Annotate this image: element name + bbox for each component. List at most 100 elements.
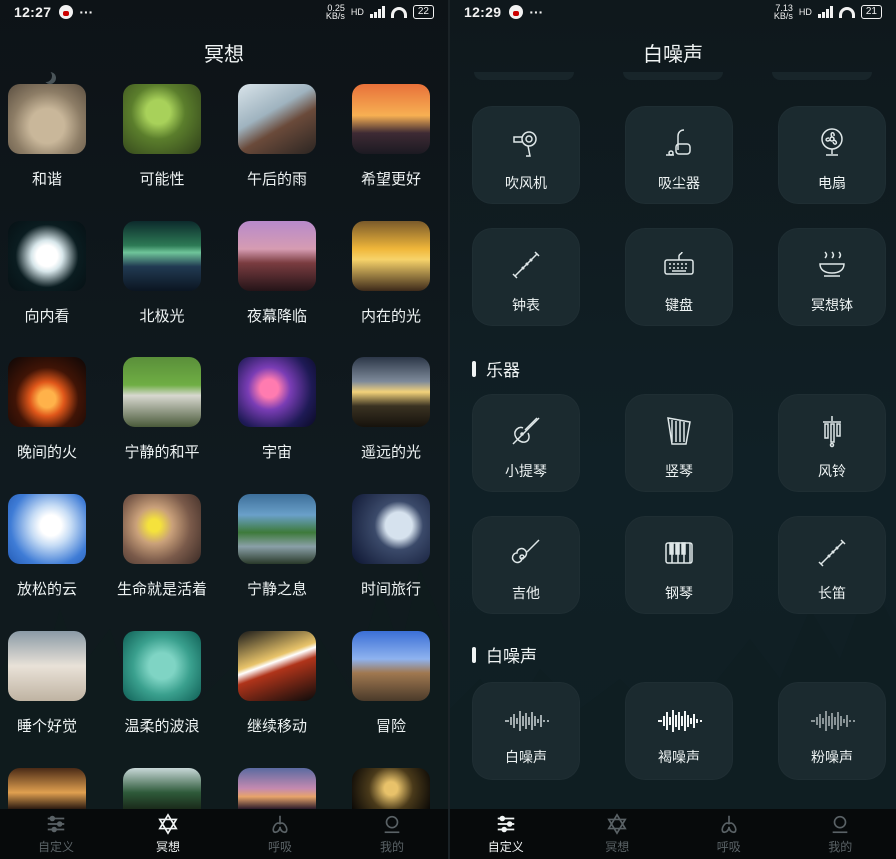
page-title: 冥想 (204, 44, 244, 66)
sound-card-singing-bowl[interactable]: 冥想钵 (778, 228, 886, 326)
vacuum-icon (666, 129, 691, 156)
meditation-item[interactable]: 遥远的光 (336, 357, 446, 462)
hd-badge: HD (350, 7, 364, 17)
sound-card-hair-dryer[interactable]: 吹风机 (472, 106, 580, 204)
meditation-item[interactable]: 生命就是活着 (107, 494, 217, 599)
meditation-item[interactable] (336, 768, 446, 809)
nav-label: 冥想 (605, 840, 630, 854)
meditation-item[interactable] (0, 768, 102, 809)
instrument-card-guitar[interactable]: 吉他 (472, 516, 580, 614)
section-bar (472, 360, 476, 377)
waveform-icon (658, 710, 702, 732)
meditation-item[interactable] (107, 768, 217, 809)
lotus-image (8, 221, 86, 291)
wind-chime-icon (823, 416, 841, 448)
harp-icon (667, 417, 691, 445)
instrument-card-harp[interactable]: 竖琴 (625, 394, 733, 492)
singing-bowl-icon (819, 251, 845, 277)
hd-badge: HD (798, 7, 812, 17)
meditation-item[interactable]: 睡个好觉 (0, 631, 102, 736)
status-bar: 12:29 ··· 7.13 KB/s HD 21 (450, 0, 896, 24)
nav-custom[interactable]: 自定义 (450, 809, 562, 859)
network-speed: 0.25 KB/s (325, 3, 345, 21)
meditation-item[interactable]: 午后的雨 (222, 84, 332, 189)
waveform-icon (505, 711, 549, 731)
sprout-image (123, 84, 201, 154)
nav-label: 呼吸 (267, 840, 292, 854)
more-notifications-icon: ··· (79, 4, 94, 20)
meditation-item[interactable]: 和谐 (0, 84, 102, 189)
nav-label: 我的 (828, 840, 853, 854)
meditation-item[interactable]: 时间旅行 (336, 494, 446, 599)
status-bar: 12:27 ··· 0.25 KB/s HD 22 (0, 0, 448, 24)
nav-label: 自定义 (487, 840, 524, 854)
trees-image (123, 768, 201, 809)
sound-card-keyboard[interactable]: 键盘 (625, 228, 733, 326)
sliders-icon (47, 815, 65, 833)
dusk-image (238, 221, 316, 291)
nav-custom[interactable]: 自定义 (0, 809, 112, 859)
bottom-nav: 自定义 冥想 呼吸 我的 (0, 809, 448, 859)
meditation-item[interactable]: 可能性 (107, 84, 217, 189)
piano-icon (665, 542, 693, 564)
sunset-image (352, 84, 430, 154)
nav-label: 冥想 (155, 840, 180, 854)
meditation-item[interactable]: 冒险 (336, 631, 446, 736)
candles-image (8, 768, 86, 809)
waveform-icon (811, 711, 855, 731)
water-image (123, 631, 201, 701)
section-header-instruments: 乐器 (472, 356, 520, 381)
noise-card-brown[interactable]: 褐噪声 (625, 682, 733, 780)
instrument-card-wind-chime[interactable]: 风铃 (778, 394, 886, 492)
meditation-item[interactable]: 内在的光 (336, 221, 446, 326)
meditation-item[interactable]: 夜幕降临 (222, 221, 332, 326)
lungs-icon (721, 815, 737, 834)
nav-profile[interactable]: 我的 (336, 809, 448, 859)
meditation-item[interactable]: 宇宙 (222, 357, 332, 462)
distant-light-image (352, 357, 430, 427)
nav-meditation[interactable]: 冥想 (562, 809, 674, 859)
section-bar (472, 646, 476, 663)
meditation-item[interactable]: 希望更好 (336, 84, 446, 189)
status-time: 12:27 (14, 4, 52, 20)
meditation-item[interactable]: 继续移动 (222, 631, 332, 736)
inner-light-image (352, 221, 430, 291)
bottom-nav: 自定义 冥想 呼吸 我的 (450, 809, 896, 859)
user-icon (384, 815, 400, 834)
user-icon (832, 815, 848, 834)
meditation-item[interactable]: 北极光 (107, 221, 217, 326)
nav-label: 呼吸 (716, 840, 741, 854)
nav-profile[interactable]: 我的 (785, 809, 896, 859)
page-title: 白噪声 (643, 44, 703, 66)
instrument-card-flute[interactable]: 长笛 (778, 516, 886, 614)
noise-card-white[interactable]: 白噪声 (472, 682, 580, 780)
nav-label: 自定义 (37, 840, 74, 854)
nav-label: 我的 (379, 840, 404, 854)
instrument-card-piano[interactable]: 钢琴 (625, 516, 733, 614)
meditation-item[interactable] (222, 768, 332, 809)
white-noise-screen: 12:29 ··· 7.13 KB/s HD 21 白噪声 吹风机 吸尘器 电扇… (450, 0, 896, 859)
nav-breath[interactable]: 呼吸 (673, 809, 785, 859)
meditation-item[interactable]: 向内看 (0, 221, 102, 326)
sound-card-vacuum[interactable]: 吸尘器 (625, 106, 733, 204)
sound-card-fan[interactable]: 电扇 (778, 106, 886, 204)
meditation-item[interactable]: 温柔的波浪 (107, 631, 217, 736)
flute-icon (818, 539, 846, 567)
nav-meditation[interactable]: 冥想 (112, 809, 224, 859)
nav-breath[interactable]: 呼吸 (224, 809, 336, 859)
wifi-icon (838, 6, 855, 18)
twilight-image (238, 768, 316, 809)
sliders-icon (497, 815, 514, 833)
noise-card-pink[interactable]: 粉噪声 (778, 682, 886, 780)
scrolled-cards-edge (474, 72, 872, 82)
meditation-item[interactable]: 晚间的火 (0, 357, 102, 462)
clock-image (352, 494, 430, 564)
battery-icon: 21 (860, 5, 882, 19)
hair-dryer-icon (513, 131, 537, 157)
flute-icon (512, 251, 540, 279)
meditation-item[interactable]: 放松的云 (0, 494, 102, 599)
instrument-card-violin[interactable]: 小提琴 (472, 394, 580, 492)
sound-card-clock[interactable]: 钟表 (472, 228, 580, 326)
meditation-item[interactable]: 宁静之息 (222, 494, 332, 599)
meditation-item[interactable]: 宁静的和平 (107, 357, 217, 462)
